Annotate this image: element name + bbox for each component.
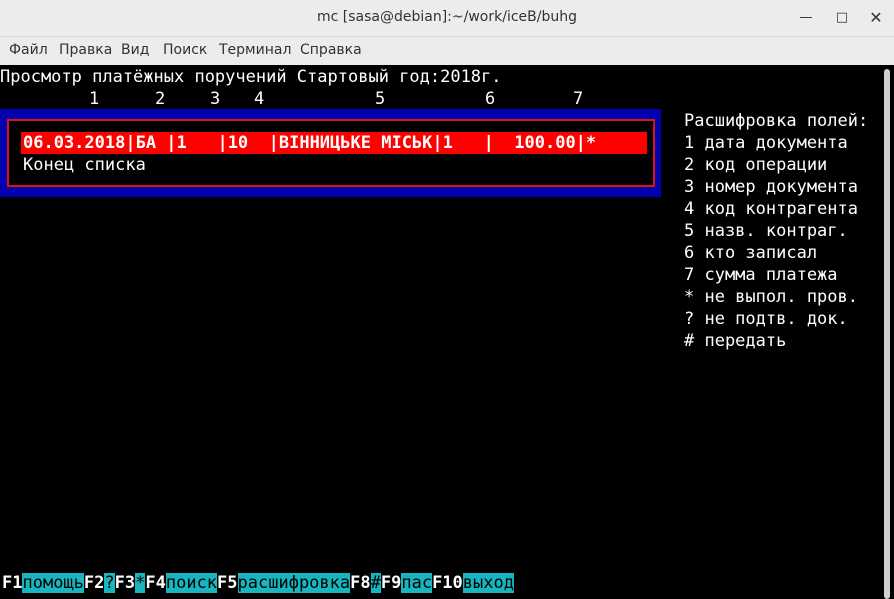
list-end-marker: Конец списка bbox=[23, 155, 146, 175]
fkey-f5-key[interactable]: F5 bbox=[217, 573, 238, 593]
legend-item: 5 назв. контраг. bbox=[684, 221, 848, 241]
fkey-f2-key[interactable]: F2 bbox=[83, 573, 105, 593]
window-titlebar: mc [sasa@debian]:~/work/iceB/buhg — □ ✕ bbox=[0, 0, 894, 37]
maximize-icon[interactable]: □ bbox=[832, 8, 852, 28]
fkey-f10-key[interactable]: F10 bbox=[432, 573, 463, 593]
fkey-f8-label[interactable]: # bbox=[370, 573, 381, 593]
menu-edit[interactable]: Правка bbox=[59, 42, 112, 58]
fkey-f1-help[interactable]: помощь bbox=[22, 573, 84, 593]
legend-item: 1 дата документа bbox=[684, 133, 848, 153]
fkey-f8-key[interactable]: F8 bbox=[350, 573, 371, 593]
legend-title: Расшифровка полей: bbox=[684, 111, 869, 131]
fkey-f3-key[interactable]: F3 bbox=[114, 573, 136, 593]
menubar: Файл Правка Вид Поиск Терминал Справка bbox=[0, 37, 894, 65]
terminal-scrollbar[interactable] bbox=[880, 65, 894, 599]
legend-item: 7 сумма платежа bbox=[684, 265, 838, 285]
fkey-f9-key[interactable]: F9 bbox=[380, 573, 402, 593]
fkey-f2-label[interactable]: ? bbox=[104, 573, 115, 593]
legend-item: ? не подтв. док. bbox=[684, 309, 848, 329]
scrollbar-thumb[interactable] bbox=[884, 69, 890, 599]
fkey-f1-key[interactable]: F1 bbox=[2, 573, 23, 593]
column-number: 5 bbox=[375, 89, 386, 109]
legend-item: 3 номер документа bbox=[684, 177, 858, 197]
column-number: 1 bbox=[89, 89, 100, 109]
fkey-f4-key[interactable]: F4 bbox=[145, 573, 166, 593]
fkey-f9-label[interactable]: пас bbox=[401, 573, 433, 593]
menu-search[interactable]: Поиск bbox=[163, 42, 207, 58]
legend-item: 6 кто записал bbox=[684, 243, 818, 263]
fkey-bar: F1помощьF2?F3*F4поискF5расшифровкаF8#F9п… bbox=[2, 572, 514, 594]
legend-item: 4 код контрагента bbox=[684, 199, 858, 219]
legend-item: * не выпол. пров. bbox=[684, 287, 858, 307]
fkey-f3-label[interactable]: * bbox=[135, 573, 146, 593]
menu-view[interactable]: Вид bbox=[121, 42, 149, 58]
column-number: 2 bbox=[155, 89, 166, 109]
column-number: 7 bbox=[573, 89, 584, 109]
fkey-f4-search[interactable]: поиск bbox=[165, 573, 218, 593]
fkey-f10-exit[interactable]: выход bbox=[462, 573, 514, 593]
menu-file[interactable]: Файл bbox=[9, 42, 48, 58]
window-title: mc [sasa@debian]:~/work/iceB/buhg bbox=[317, 9, 577, 25]
menu-help[interactable]: Справка bbox=[300, 42, 362, 58]
close-icon[interactable]: ✕ bbox=[866, 8, 886, 28]
column-number: 6 bbox=[485, 89, 496, 109]
table-row[interactable]: 06.03.2018|БА |1 |10 |ВІННИЦЬКЕ МІСЬК|1 … bbox=[23, 132, 596, 154]
screen-header: Просмотр платёжных поручений Стартовый г… bbox=[0, 67, 502, 87]
legend-item: # передать bbox=[684, 331, 787, 351]
column-number: 4 bbox=[254, 89, 265, 109]
menu-terminal[interactable]: Терминал bbox=[219, 42, 291, 58]
legend-item: 2 код операции bbox=[684, 155, 828, 175]
minimize-icon[interactable]: — bbox=[796, 8, 816, 28]
column-number: 3 bbox=[210, 89, 221, 109]
fkey-f5-legend[interactable]: расшифровка bbox=[237, 573, 351, 593]
